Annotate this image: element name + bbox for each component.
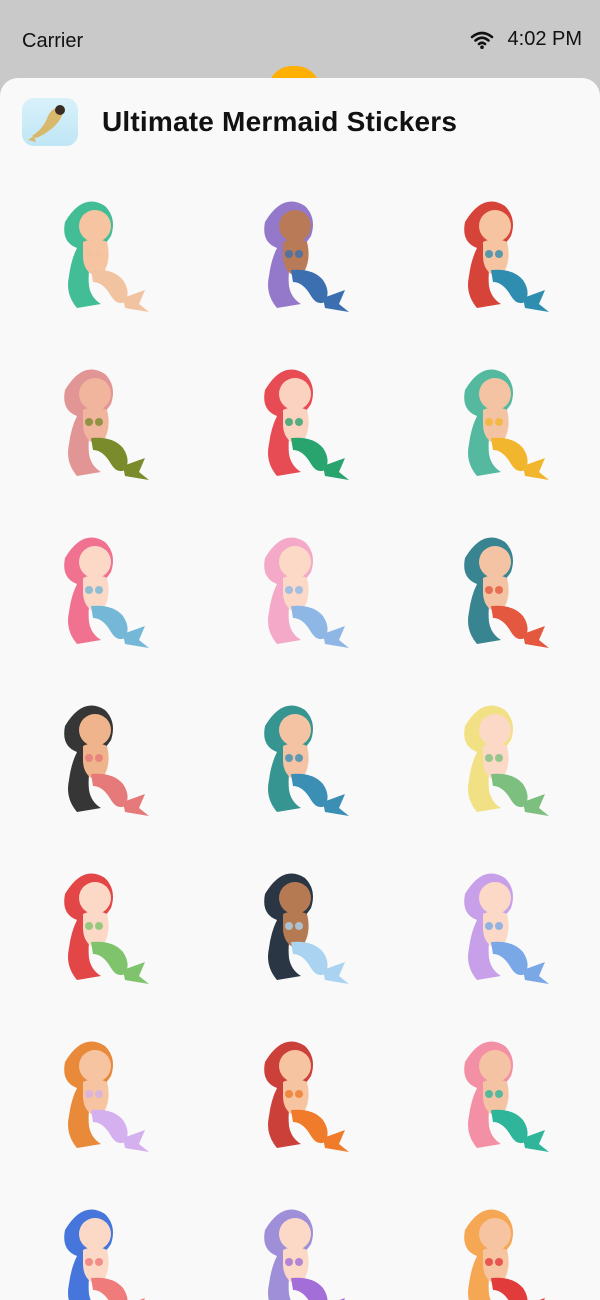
sticker-cell[interactable]: mermaid-2 bbox=[200, 163, 400, 331]
mermaid-sticker-image bbox=[264, 1041, 349, 1152]
mermaid-sticker-image bbox=[464, 537, 549, 648]
sticker-cell[interactable]: mermaid-1 bbox=[0, 163, 200, 331]
mermaid-sticker-image bbox=[64, 537, 149, 648]
sticker-cell[interactable]: mermaid-11 bbox=[200, 667, 400, 835]
mermaid-sticker-image bbox=[64, 1209, 145, 1300]
sticker-cell[interactable]: mermaid-15 bbox=[400, 835, 600, 1003]
mermaid-sticker-image bbox=[264, 201, 349, 312]
mermaid-sticker-image bbox=[464, 1041, 549, 1152]
mermaid-sticker-image bbox=[64, 705, 149, 816]
sticker-cell[interactable]: mermaid-16 bbox=[0, 1003, 200, 1171]
sticker-cell[interactable]: mermaid-12 bbox=[400, 667, 600, 835]
sticker-cell[interactable]: mermaid-7 bbox=[0, 499, 200, 667]
carrier-label: Carrier bbox=[22, 30, 84, 52]
clock: 4:02 PM bbox=[507, 28, 582, 50]
sticker-cell[interactable]: mermaid-18 bbox=[400, 1003, 600, 1171]
sticker-cell[interactable]: mermaid-13 bbox=[0, 835, 200, 1003]
sticker-cell[interactable]: mermaid-9 bbox=[400, 499, 600, 667]
mermaid-sticker-image bbox=[64, 201, 149, 312]
sticker-cell[interactable]: mermaid-21 bbox=[400, 1171, 600, 1300]
sticker-grid: mermaid-1 mermaid-2 mermaid-3 bbox=[0, 163, 600, 1300]
status-right: 4:02 PM bbox=[470, 28, 582, 51]
app-icon bbox=[22, 98, 78, 146]
mermaid-sticker-image bbox=[464, 201, 549, 312]
sticker-cell[interactable]: mermaid-10 bbox=[0, 667, 200, 835]
mermaid-sticker-image bbox=[264, 873, 349, 984]
sticker-cell[interactable]: mermaid-5 bbox=[200, 331, 400, 499]
sticker-cell[interactable]: mermaid-20 bbox=[200, 1171, 400, 1300]
sticker-sheet: Ultimate Mermaid Stickers mermaid-1 merm… bbox=[0, 78, 600, 1300]
sticker-cell[interactable]: mermaid-6 bbox=[400, 331, 600, 499]
mermaid-sticker-image bbox=[464, 369, 549, 480]
mermaid-sticker-image bbox=[264, 705, 349, 816]
mermaid-sticker-image bbox=[464, 705, 549, 816]
sticker-cell[interactable]: mermaid-19 bbox=[0, 1171, 200, 1300]
sticker-cell[interactable]: mermaid-8 bbox=[200, 499, 400, 667]
mermaid-sticker-image bbox=[64, 369, 149, 480]
sticker-cell[interactable]: mermaid-14 bbox=[200, 835, 400, 1003]
sticker-cell[interactable]: mermaid-4 bbox=[0, 331, 200, 499]
mermaid-sticker-image bbox=[264, 369, 349, 480]
wifi-icon bbox=[470, 31, 493, 49]
sticker-cell[interactable]: mermaid-17 bbox=[200, 1003, 400, 1171]
mermaid-sticker-image bbox=[64, 1041, 149, 1152]
sheet-header: Ultimate Mermaid Stickers bbox=[22, 96, 457, 148]
page-title: Ultimate Mermaid Stickers bbox=[102, 106, 458, 137]
mermaid-sticker-image bbox=[264, 537, 349, 648]
mermaid-sticker-image bbox=[464, 873, 549, 984]
mermaid-sticker-image bbox=[264, 1209, 345, 1300]
sticker-cell[interactable]: mermaid-3 bbox=[400, 163, 600, 331]
mermaid-sticker-image bbox=[464, 1209, 545, 1300]
mermaid-sticker-image bbox=[64, 873, 149, 984]
